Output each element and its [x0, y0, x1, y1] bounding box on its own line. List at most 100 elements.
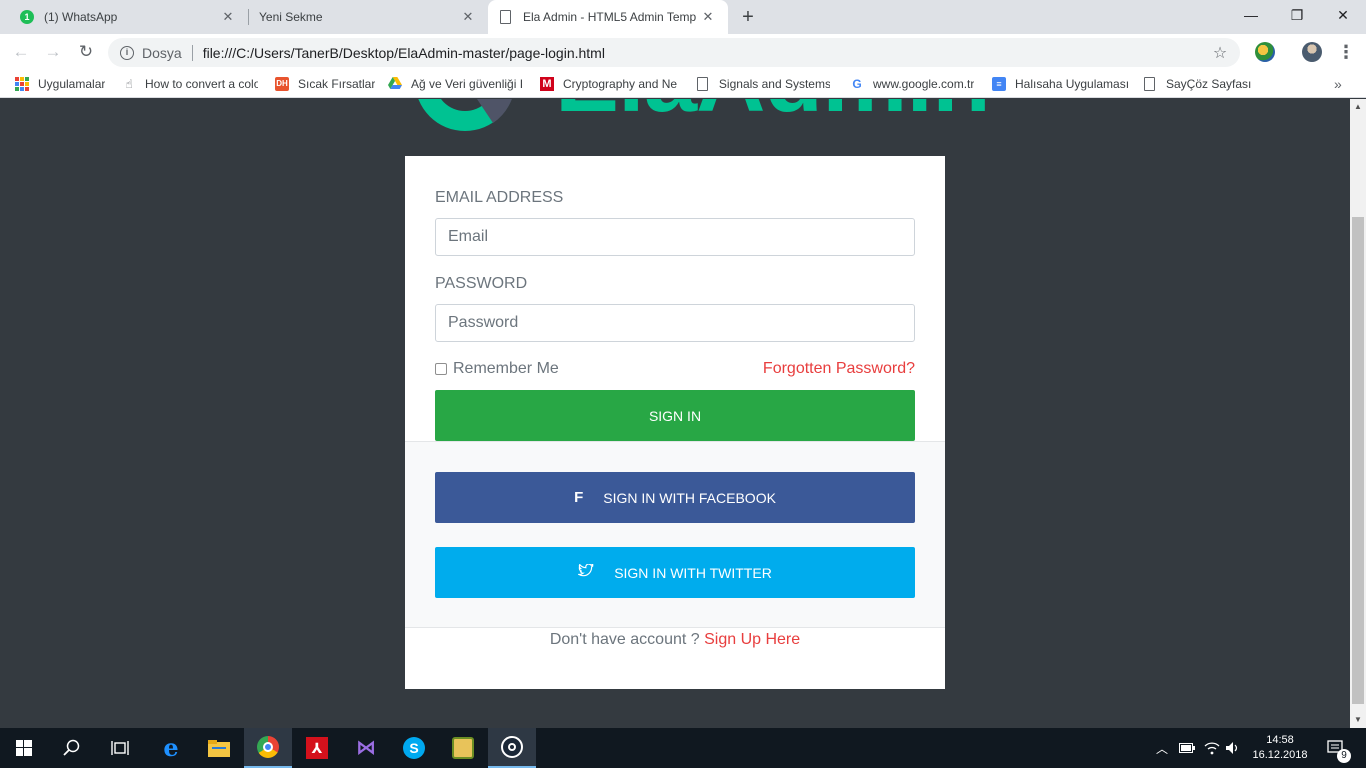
email-field[interactable] [435, 218, 915, 256]
reload-button[interactable]: ↻ [73, 39, 99, 65]
bookmark-label: How to convert a colo [145, 77, 258, 91]
login-form: EMAIL ADDRESS PASSWORD Remember Me Forgo… [405, 156, 945, 441]
info-icon[interactable]: i [120, 45, 134, 60]
social-login: f Sign in with facebook Sign in with twi… [405, 441, 945, 628]
apps-grid-icon [15, 77, 29, 91]
email-label: EMAIL ADDRESS [435, 189, 564, 206]
close-window-button[interactable]: ✕ [1320, 0, 1366, 30]
forgot-password-link[interactable]: Forgotten Password? [763, 360, 915, 378]
tab-title: Ela Admin - HTML5 Admin Temp [523, 10, 697, 24]
hand-icon: ☝ [125, 77, 133, 91]
file-explorer-icon[interactable] [195, 728, 243, 768]
address-bar[interactable]: i Dosya file:///C:/Users/TanerB/Desktop/… [108, 38, 1240, 67]
clock[interactable]: 14:58 16.12.2018 [1244, 733, 1316, 763]
url-text[interactable]: file:///C:/Users/TanerB/Desktop/ElaAdmin… [203, 45, 1210, 61]
bookmark-item[interactable]: Ağ ve Veri güvenliği I [388, 70, 524, 98]
extension-icon[interactable] [1255, 42, 1275, 62]
star-icon[interactable]: ☆ [1210, 43, 1230, 63]
remember-me[interactable]: Remember Me [435, 360, 559, 378]
new-tab-button[interactable]: + [736, 5, 760, 29]
notification-icon[interactable]: 9 [1322, 728, 1351, 768]
wifi-icon[interactable] [1204, 728, 1220, 768]
remember-checkbox[interactable] [435, 363, 447, 375]
search-icon[interactable] [48, 728, 96, 768]
logo-mark-icon [418, 99, 512, 131]
steam-icon[interactable] [488, 728, 536, 768]
maximize-button[interactable]: ❐ [1274, 0, 1320, 30]
dh-icon: DH [275, 77, 289, 91]
close-icon[interactable]: ✕ [220, 9, 236, 25]
tab-ela-admin[interactable]: Ela Admin - HTML5 Admin Temp ✕ [488, 0, 728, 34]
skype-icon[interactable]: S [390, 728, 438, 768]
tab-title: (1) WhatsApp [44, 10, 118, 24]
m-icon: M [540, 77, 554, 91]
bookmark-apps[interactable]: Uygulamalar [15, 70, 115, 98]
sign-in-button[interactable]: Sign in [435, 390, 915, 441]
document-icon [500, 10, 511, 24]
bookmark-item[interactable]: Signals and Systems [697, 70, 830, 98]
bookmark-item[interactable]: M Cryptography and Ne [540, 70, 680, 98]
scroll-down-icon[interactable]: ▼ [1350, 712, 1366, 728]
minimize-button[interactable]: — [1228, 0, 1274, 30]
login-card: EMAIL ADDRESS PASSWORD Remember Me Forgo… [405, 156, 945, 689]
bookmark-item[interactable]: ≡ Halısaha Uygulaması [992, 70, 1132, 98]
scroll-thumb[interactable] [1352, 217, 1364, 704]
profile-avatar[interactable] [1302, 42, 1322, 62]
sign-up-link[interactable]: Sign Up Here [704, 631, 800, 648]
google-drive-icon [388, 77, 402, 91]
page-viewport: ElaAdmin EMAIL ADDRESS PASSWORD Remember… [0, 99, 1350, 728]
remember-label: Remember Me [453, 360, 559, 377]
clock-date: 16.12.2018 [1252, 749, 1308, 761]
bookmark-item[interactable]: DH Sıcak Fırsatlar [275, 70, 377, 98]
twitter-sign-in-button[interactable]: Sign in with twitter [435, 547, 915, 598]
close-icon[interactable]: ✕ [700, 9, 716, 25]
scroll-up-icon[interactable]: ▲ [1350, 99, 1366, 115]
edge-icon[interactable]: e [147, 728, 195, 768]
browser-toolbar: ← → ↻ i Dosya file:///C:/Users/TanerB/De… [0, 34, 1366, 70]
facebook-sign-in-button[interactable]: f Sign in with facebook [435, 472, 915, 523]
bookmark-label: Cryptography and Ne [563, 77, 678, 91]
divider [191, 44, 193, 61]
chrome-icon[interactable] [244, 728, 292, 768]
bookmark-item[interactable]: G www.google.com.tr [850, 70, 980, 98]
tab-whatsapp[interactable]: 1 (1) WhatsApp ✕ [8, 0, 248, 34]
back-button[interactable]: ← [8, 39, 34, 65]
windows-start-icon[interactable] [0, 728, 48, 768]
password-field[interactable] [435, 304, 915, 342]
logo: ElaAdmin [405, 99, 991, 141]
chevron-up-icon[interactable]: ︿ [1154, 728, 1170, 768]
bookmark-label: www.google.com.tr [873, 77, 975, 91]
bookmark-label: Sıcak Fırsatlar [298, 77, 376, 91]
clock-time: 14:58 [1266, 734, 1294, 746]
no-account-text: Don't have account ? [549, 631, 700, 648]
notification-count: 9 [1337, 749, 1351, 763]
sign-in-label: Sign in [648, 407, 702, 424]
volume-icon[interactable] [1225, 728, 1241, 768]
more-menu-icon[interactable]: ⋮ [1336, 42, 1356, 62]
bookmark-item[interactable]: SayÇöz Sayfası [1144, 70, 1254, 98]
battery-icon[interactable] [1179, 728, 1195, 768]
page-scrollbar[interactable]: ▲ ▼ [1350, 99, 1366, 728]
tab-strip: 1 (1) WhatsApp ✕ Yeni Sekme ✕ Ela Admin … [0, 0, 1366, 34]
bookmark-label: Halısaha Uygulaması [1015, 77, 1130, 91]
facebook-icon: f [574, 489, 584, 506]
document-icon [697, 77, 708, 91]
windows-taskbar: e ⅄ ⋈ S ︿ 14:58 16.12.2018 9 [0, 728, 1366, 768]
visual-studio-icon[interactable]: ⋈ [342, 728, 390, 768]
task-view-icon[interactable] [96, 728, 144, 768]
chevron-right-icon[interactable]: » [1334, 70, 1342, 98]
acrobat-icon[interactable]: ⅄ [293, 728, 341, 768]
password-label: PASSWORD [435, 275, 528, 292]
forward-button[interactable]: → [40, 39, 66, 65]
twitter-label: Sign in with twitter [614, 564, 772, 581]
app-icon[interactable] [439, 728, 487, 768]
close-icon[interactable]: ✕ [460, 9, 476, 25]
document-icon [1144, 77, 1155, 91]
bookmark-label: Ağ ve Veri güvenliği I [411, 77, 524, 91]
signup-prompt: Don't have account ? Sign Up Here [405, 631, 945, 649]
bookmark-label: SayÇöz Sayfası [1166, 77, 1252, 91]
bookmark-label: Signals and Systems [718, 77, 830, 91]
bookmark-item[interactable]: ☝ How to convert a colo [122, 70, 258, 98]
tab-yeni-sekme[interactable]: Yeni Sekme ✕ [248, 0, 488, 34]
twitter-icon [576, 563, 595, 581]
